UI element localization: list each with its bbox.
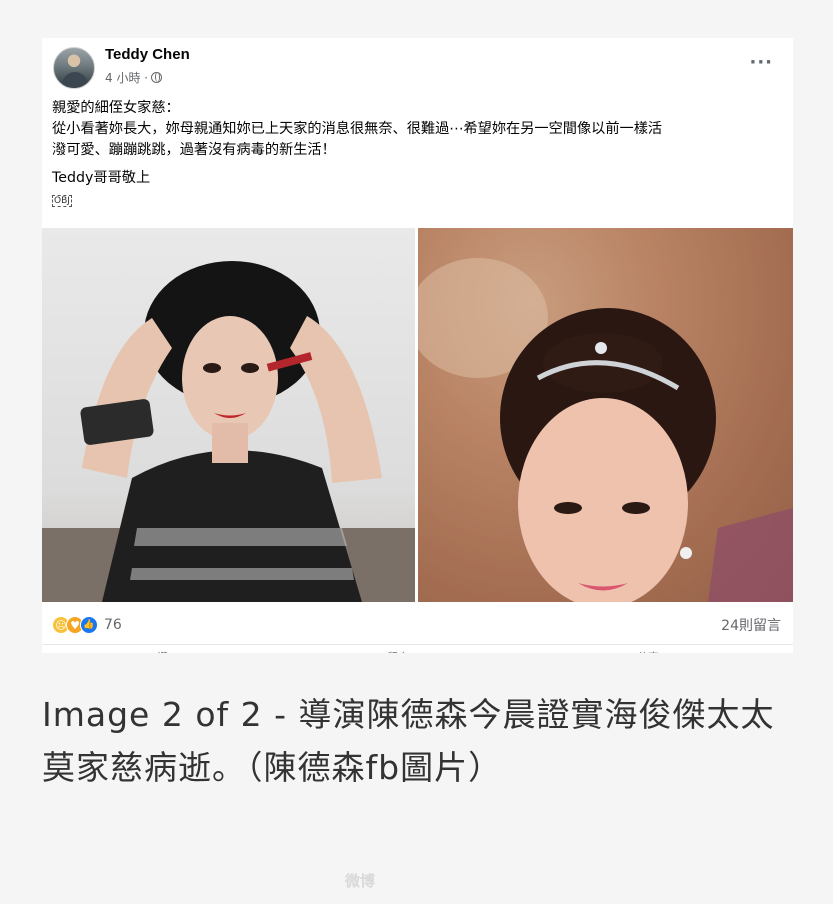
author-avatar[interactable] [53,47,95,89]
photo-grid [42,228,793,602]
avatar-figure [62,72,88,88]
post-meta: 4 小時 · [105,69,163,86]
photo-woman-posing[interactable] [42,228,415,602]
reaction-count: 76 [104,617,122,633]
comments-count[interactable]: 24則留言 [721,615,781,635]
facebook-post: Teddy Chen 4 小時 · ··· 親愛的細侄女家慈： 從小看著妳長大，… [42,38,793,653]
photo-right-illustration [418,228,793,602]
post-time[interactable]: 4 小時 · [105,69,148,86]
share-button[interactable]: 分享 [637,649,659,653]
post-text: 親愛的細侄女家慈： 從小看著妳長大，妳母親通知妳已上天家的消息很無奈、很難過⋯希… [52,98,787,210]
reactions-summary[interactable]: ☹ ♥ 👍 76 [52,616,122,634]
like-reaction-icon: 👍 [80,616,98,634]
post-header: Teddy Chen 4 小時 · ··· [42,38,793,98]
like-button[interactable]: 讚 [157,649,168,653]
object-replacement-icon: OBJ [52,195,72,207]
photo-woman-tiara[interactable] [418,228,793,602]
comment-button[interactable]: 留言 [387,649,409,653]
more-options-icon[interactable]: ··· [749,52,773,73]
globe-icon [151,72,163,83]
photo-left-illustration [42,261,415,602]
post-line: 從小看著妳長大，妳母親通知妳已上天家的消息很無奈、很難過⋯希望妳在另一空間像以前… [52,121,663,137]
author-name[interactable]: Teddy Chen [105,46,190,63]
post-line: 親愛的細侄女家慈： [52,100,180,116]
post-signature: Teddy哥哥敬上 [52,170,151,186]
post-line: 潑可愛、蹦蹦跳跳，過著沒有病毒的新生活！ [52,142,336,158]
image-caption: Image 2 of 2 - 導演陳德森今晨證實海俊傑太太莫家慈病逝。（陳德森f… [42,695,775,787]
watermark: 微博 [345,872,376,890]
action-row: 讚 留言 分享 [42,644,793,653]
